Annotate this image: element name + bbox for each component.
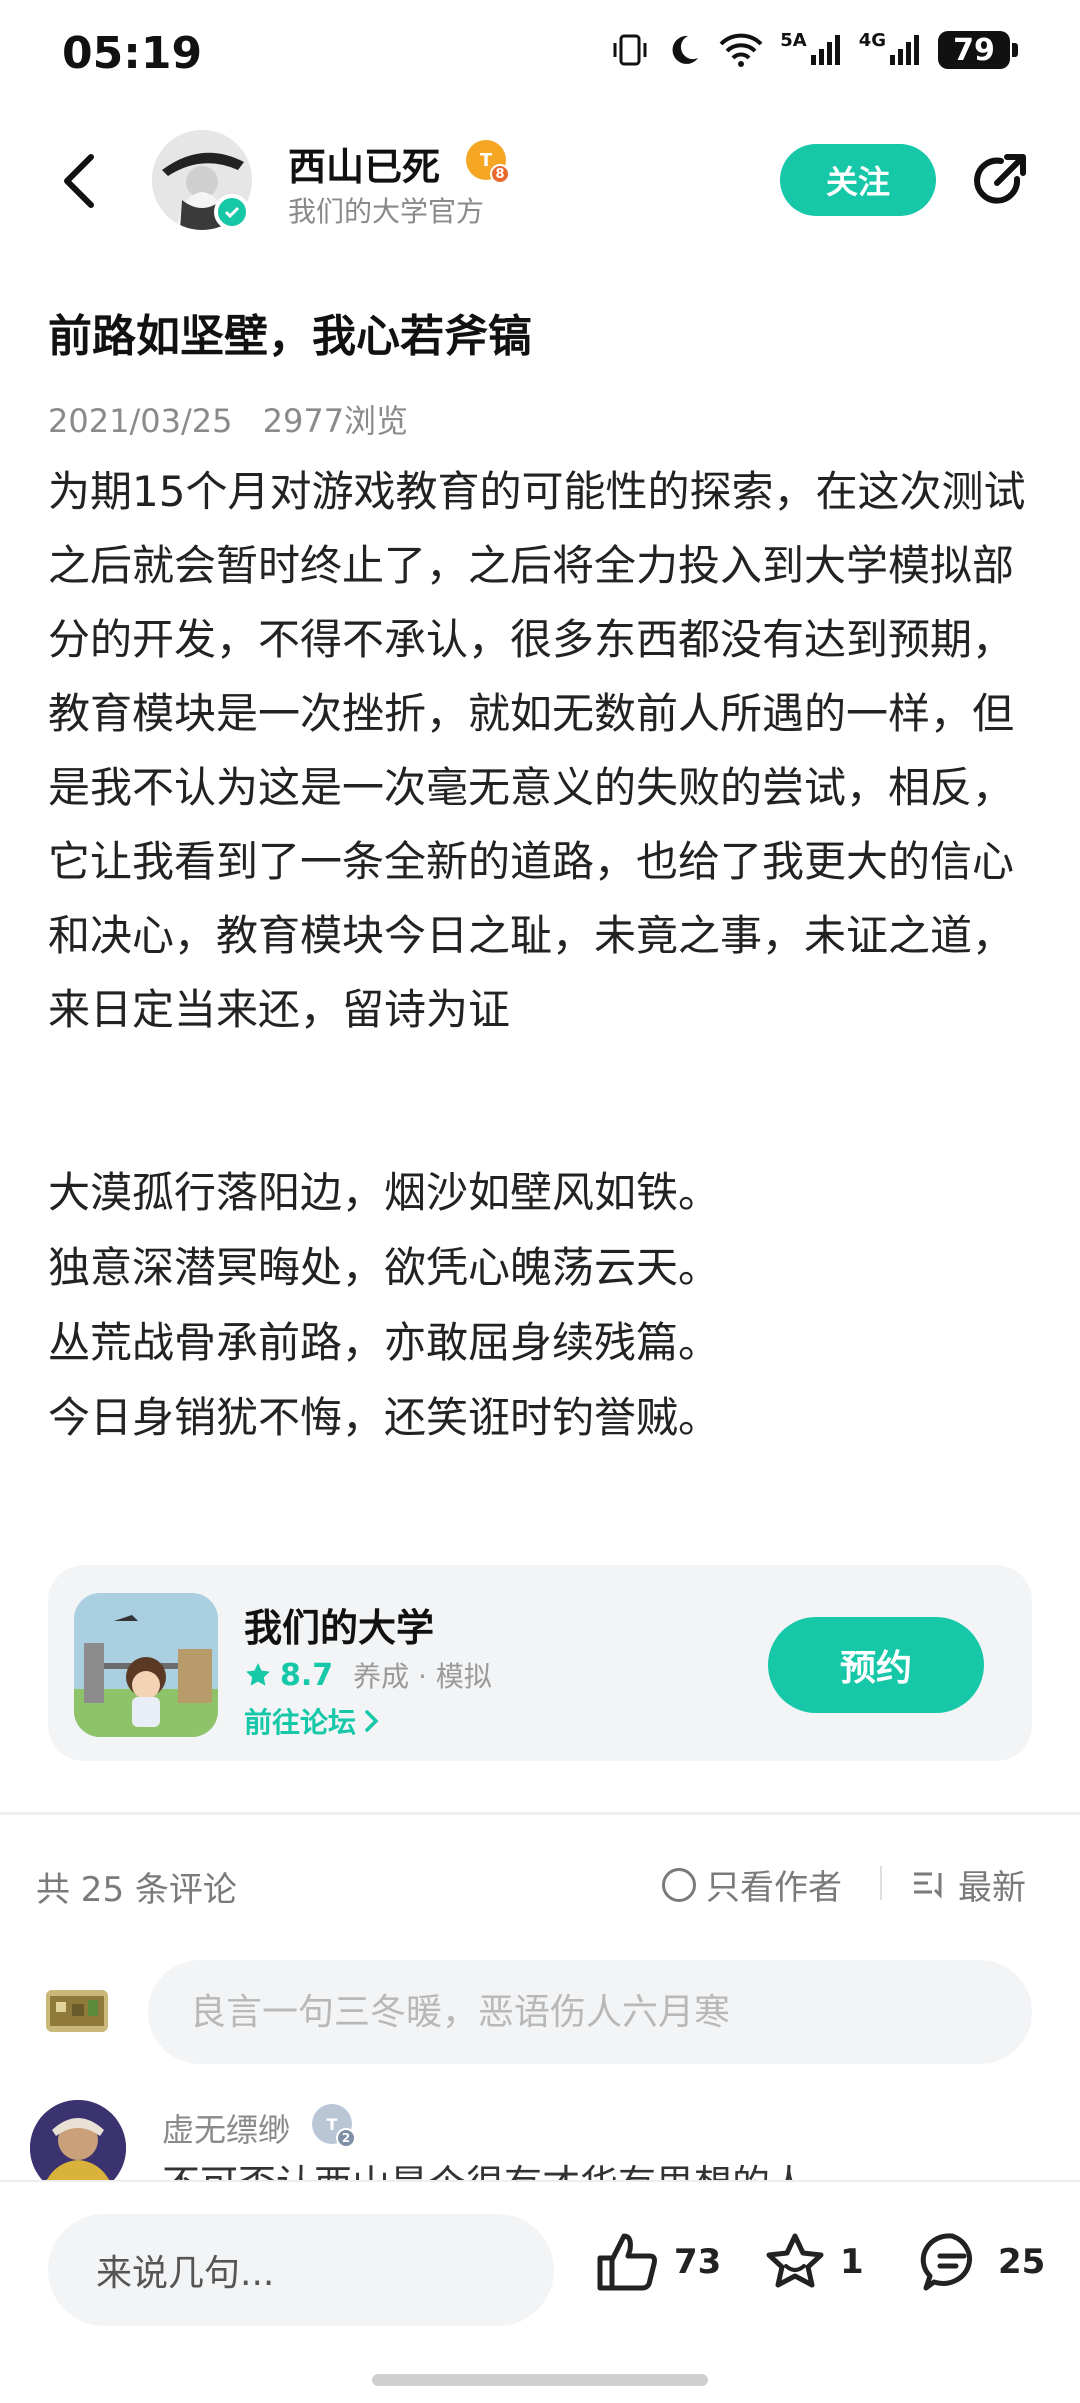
- commenter-level-letter: T: [326, 2114, 338, 2134]
- radio-icon: [662, 1867, 696, 1902]
- poem-line: 今日身销犹不悔，还笑诳时钓誉贼。: [48, 1393, 721, 1442]
- post-meta: 2021/03/25 2977浏览: [48, 396, 408, 442]
- wifi-icon: [719, 33, 763, 67]
- game-card[interactable]: 我们的大学 8.7 养成 · 模拟 前往论坛 预约: [48, 1565, 1032, 1761]
- game-icon-image: [74, 1593, 218, 1737]
- author-level-badge: T 8: [466, 140, 510, 184]
- poem: 大漠孤行落阳边，烟沙如壁风如铁。 独意深潜冥晦处，欲凭心魄荡云天。 丛荒战骨承前…: [48, 1155, 1038, 1455]
- signal-2-label: 4G: [858, 29, 886, 51]
- post-paragraph: 为期15个月对游戏教育的可能性的探索，在这次测试之后就会暂时终止了，之后将全力投…: [48, 467, 1026, 1034]
- poem-line: 独意深潜冥晦处，欲凭心魄荡云天。: [48, 1243, 721, 1292]
- status-icons: 5A 4G 79: [610, 29, 1018, 70]
- only-author-toggle[interactable]: 只看作者: [662, 1860, 842, 1909]
- like-count: 73: [674, 2242, 722, 2282]
- like-button[interactable]: 73: [596, 2232, 721, 2292]
- commenter-name[interactable]: 虚无缥缈: [162, 2105, 290, 2151]
- chevron-left-icon: [64, 154, 94, 208]
- comment-count-bottom: 25: [998, 2242, 1046, 2282]
- post-title: 前路如坚壁，我心若斧镐: [48, 311, 532, 362]
- moon-icon: [672, 35, 699, 64]
- commenter-level-number: 2: [336, 2128, 356, 2148]
- forum-link[interactable]: 前往论坛: [244, 1701, 380, 1741]
- my-avatar: [46, 1990, 108, 2032]
- status-bar: 05:19 5A 4G 79: [0, 0, 1080, 110]
- sort-label: 最新: [958, 1868, 1026, 1908]
- thumbs-up-icon: [597, 2233, 657, 2291]
- forum-link-label: 前往论坛: [244, 1706, 357, 1739]
- author-subtitle: 我们的大学官方: [288, 195, 485, 228]
- share-button[interactable]: [964, 146, 1034, 216]
- comment-text: 不可否认西山是个很有才华有思想的人: [162, 2160, 1042, 2182]
- my-avatar-image: [46, 1990, 108, 2032]
- post-date: 2021/03/25: [48, 402, 233, 440]
- follow-button[interactable]: 关注: [780, 144, 936, 216]
- comment-text-clipped: 不可否认西山是个很有才华有思想的人: [162, 2160, 1042, 2182]
- signal-2-icon: [890, 35, 919, 65]
- poem-line: 丛荒战骨承前路，亦敢屈身续残篇。: [48, 1318, 721, 1367]
- sort-icon: [914, 1872, 942, 1899]
- vertical-separator: [880, 1866, 882, 1900]
- post-header: 西山已死 T 8 我们的大学官方 关注: [0, 120, 1080, 250]
- comment-input[interactable]: [148, 1960, 1032, 2064]
- signal-1-icon: [810, 35, 840, 65]
- share-icon: [974, 154, 1026, 204]
- back-button[interactable]: [44, 146, 114, 216]
- author-level-letter: T: [479, 149, 493, 171]
- poem-line: 大漠孤行落阳边，烟沙如壁风如铁。: [48, 1168, 721, 1217]
- game-rating: 8.7 养成 · 模拟: [244, 1655, 492, 1695]
- comment-bubble-icon: [920, 2233, 972, 2291]
- rating-value: 8.7: [280, 1657, 334, 1693]
- game-tags: 养成 · 模拟: [353, 1660, 492, 1693]
- comment-button[interactable]: 25: [920, 2232, 1045, 2292]
- say-something-input[interactable]: 来说几句...: [48, 2214, 554, 2326]
- signal-1-label: 5A: [780, 29, 807, 51]
- section-divider: [0, 1812, 1080, 1815]
- game-name: 我们的大学: [244, 1606, 435, 1650]
- home-indicator[interactable]: [372, 2374, 708, 2386]
- verified-badge-icon: [214, 194, 250, 230]
- favorite-button[interactable]: 1: [764, 2232, 864, 2292]
- post-views: 2977浏览: [262, 402, 409, 440]
- author-name[interactable]: 西山已死: [288, 136, 440, 191]
- star-icon: [246, 1663, 270, 1686]
- star-outline-icon: [766, 2233, 824, 2288]
- comment-count: 共 25 条评论: [36, 1870, 237, 1910]
- status-time: 05:19: [62, 28, 203, 79]
- reserve-button[interactable]: 预约: [768, 1617, 984, 1713]
- game-icon: [74, 1593, 218, 1737]
- chevron-right-icon: [365, 1710, 379, 1732]
- post-body: 为期15个月对游戏教育的可能性的探索，在这次测试之后就会暂时终止了，之后将全力投…: [48, 455, 1038, 1047]
- favorite-count: 1: [840, 2242, 864, 2282]
- sort-button[interactable]: 最新: [912, 1860, 1026, 1909]
- only-author-label: 只看作者: [706, 1868, 842, 1908]
- vibrate-icon: [613, 34, 647, 66]
- bottom-action-bar: 来说几句... 73 1 25: [0, 2180, 1080, 2403]
- author-level-number: 8: [490, 164, 510, 184]
- commenter-level-badge: T 2: [312, 2104, 356, 2148]
- battery-icon: 79: [938, 31, 1018, 69]
